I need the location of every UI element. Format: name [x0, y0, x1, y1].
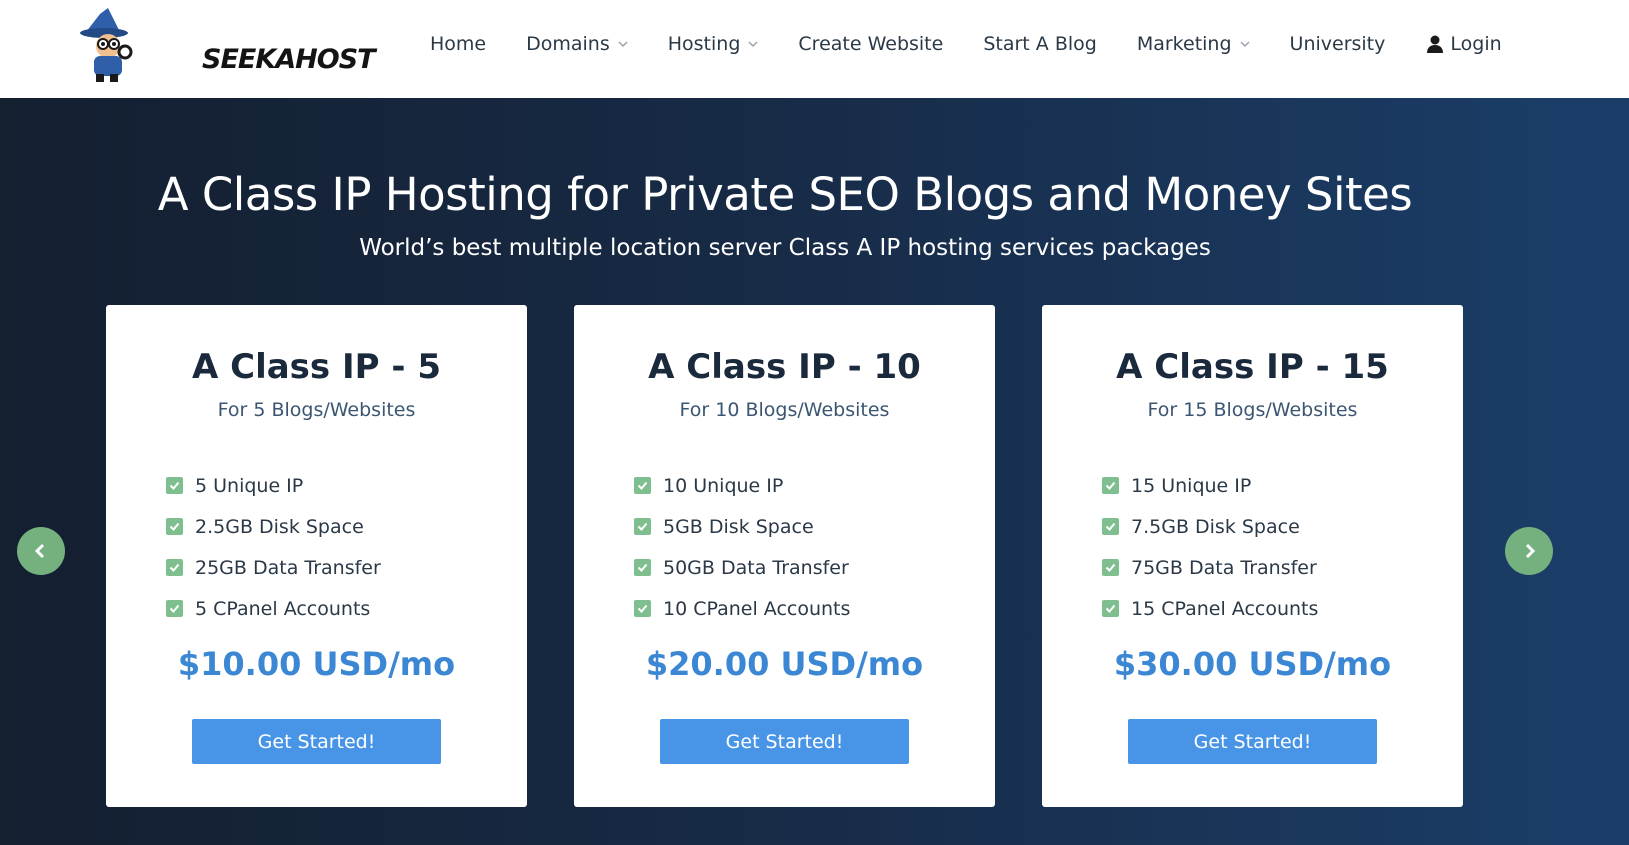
plan-card-5: A Class IP - 5 For 5 Blogs/Websites 5 Un…: [106, 305, 527, 807]
checkbox-checked-icon: [634, 600, 651, 617]
feature-item: 7.5GB Disk Space: [1102, 506, 1318, 547]
checkbox-checked-icon: [1102, 600, 1119, 617]
feature-text: 5 Unique IP: [195, 474, 304, 497]
nav-item-label: University: [1289, 33, 1386, 55]
plan-features: 10 Unique IP 5GB Disk Space 50GB Data Tr…: [634, 465, 850, 629]
feature-item: 5 Unique IP: [166, 465, 381, 506]
seekahost-logo[interactable]: SEEKAHOST: [80, 4, 376, 88]
logo-text: SEEKAHOST: [202, 44, 376, 75]
carousel-next-button[interactable]: [1505, 527, 1553, 575]
nav-item-university[interactable]: University: [1290, 33, 1386, 55]
feature-text: 2.5GB Disk Space: [195, 515, 364, 538]
nav-item-label: Hosting: [667, 33, 741, 55]
feature-item: 15 CPanel Accounts: [1102, 588, 1318, 629]
checkbox-checked-icon: [166, 477, 183, 494]
feature-item: 15 Unique IP: [1102, 465, 1318, 506]
get-started-button[interactable]: Get Started!: [660, 719, 909, 764]
feature-text: 5GB Disk Space: [663, 515, 814, 538]
plan-features: 15 Unique IP 7.5GB Disk Space 75GB Data …: [1102, 465, 1318, 629]
user-icon: [1427, 35, 1444, 53]
nav-item-create-website[interactable]: Create Website: [798, 33, 943, 55]
nav-item-label: Home: [430, 33, 487, 55]
login-link[interactable]: Login: [1425, 33, 1502, 55]
nav-item-label: Marketing: [1136, 33, 1232, 55]
feature-text: 75GB Data Transfer: [1131, 556, 1317, 579]
hero-section: A Class IP Hosting for Private SEO Blogs…: [0, 98, 1629, 845]
feature-text: 15 Unique IP: [1131, 474, 1252, 497]
plan-subtitle: For 5 Blogs/Websites: [217, 399, 416, 421]
login-label: Login: [1450, 33, 1502, 55]
checkbox-checked-icon: [634, 559, 651, 576]
feature-text: 7.5GB Disk Space: [1131, 515, 1300, 538]
feature-text: 15 CPanel Accounts: [1131, 597, 1319, 620]
nav-item-hosting[interactable]: Hosting: [668, 33, 759, 55]
plan-price: $10.00 USD/mo: [177, 645, 456, 683]
chevron-down-icon: [1240, 41, 1250, 48]
checkbox-checked-icon: [166, 518, 183, 535]
plan-title: A Class IP - 15: [1116, 347, 1389, 387]
plan-card-10: A Class IP - 10 For 10 Blogs/Websites 10…: [574, 305, 995, 807]
plan-title: A Class IP - 10: [648, 347, 921, 387]
nav-item-label: Domains: [526, 33, 610, 55]
feature-item: 10 Unique IP: [634, 465, 850, 506]
nav-item-home[interactable]: Home: [430, 33, 486, 55]
feature-item: 25GB Data Transfer: [166, 547, 381, 588]
plan-price: $20.00 USD/mo: [645, 645, 924, 683]
feature-item: 50GB Data Transfer: [634, 547, 850, 588]
plan-subtitle: For 10 Blogs/Websites: [679, 399, 890, 421]
feature-text: 25GB Data Transfer: [195, 556, 381, 579]
chevron-right-icon: [1525, 543, 1536, 559]
feature-text: 10 Unique IP: [663, 474, 784, 497]
nav-item-domains[interactable]: Domains: [526, 33, 628, 55]
plan-title: A Class IP - 5: [191, 347, 442, 387]
plan-features: 5 Unique IP 2.5GB Disk Space 25GB Data T…: [166, 465, 381, 629]
nav-item-marketing[interactable]: Marketing: [1137, 33, 1250, 55]
hero-title: A Class IP Hosting for Private SEO Blogs…: [157, 168, 1413, 221]
feature-text: 5 CPanel Accounts: [195, 597, 371, 620]
main-nav: Home Domains Hosting Create Website Star…: [430, 28, 1502, 60]
feature-item: 75GB Data Transfer: [1102, 547, 1318, 588]
feature-item: 2.5GB Disk Space: [166, 506, 381, 547]
nav-item-label: Start A Blog: [983, 33, 1097, 55]
plan-subtitle: For 15 Blogs/Websites: [1147, 399, 1358, 421]
feature-text: 50GB Data Transfer: [663, 556, 849, 579]
feature-item: 10 CPanel Accounts: [634, 588, 850, 629]
nav-item-label: Create Website: [798, 33, 944, 55]
site-header: SEEKAHOST Home Domains Hosting Create We…: [0, 0, 1629, 98]
checkbox-checked-icon: [634, 477, 651, 494]
checkbox-checked-icon: [166, 559, 183, 576]
checkbox-checked-icon: [166, 600, 183, 617]
checkbox-checked-icon: [1102, 477, 1119, 494]
checkbox-checked-icon: [1102, 518, 1119, 535]
chevron-down-icon: [748, 41, 758, 48]
get-started-button[interactable]: Get Started!: [1128, 719, 1377, 764]
checkbox-checked-icon: [634, 518, 651, 535]
plan-card-15: A Class IP - 15 For 15 Blogs/Websites 15…: [1042, 305, 1463, 807]
chevron-left-icon: [34, 543, 45, 559]
hero-subtitle: World’s best multiple location server Cl…: [359, 235, 1211, 261]
feature-text: 10 CPanel Accounts: [663, 597, 851, 620]
nav-item-start-a-blog[interactable]: Start A Blog: [983, 33, 1097, 55]
feature-item: 5GB Disk Space: [634, 506, 850, 547]
carousel-prev-button[interactable]: [17, 527, 65, 575]
feature-item: 5 CPanel Accounts: [166, 588, 381, 629]
checkbox-checked-icon: [1102, 559, 1119, 576]
get-started-button[interactable]: Get Started!: [192, 719, 441, 764]
chevron-down-icon: [618, 41, 628, 48]
plan-price: $30.00 USD/mo: [1113, 645, 1392, 683]
